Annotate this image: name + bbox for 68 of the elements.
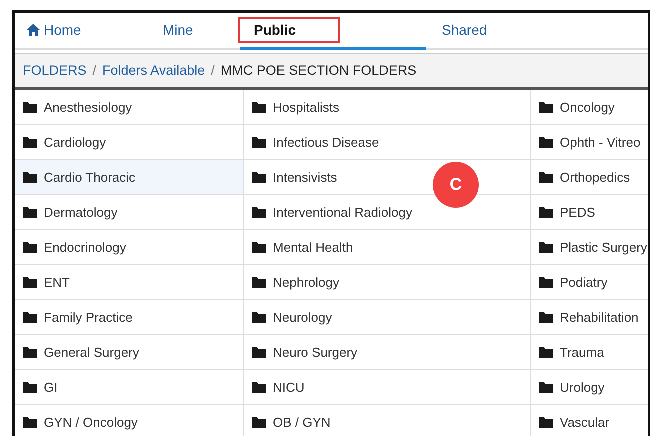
folder-item[interactable]: Mental Health — [244, 230, 530, 265]
folder-icon — [23, 346, 37, 358]
folder-icon — [539, 416, 553, 428]
folder-item[interactable]: Endocrinology — [15, 230, 243, 265]
folder-item[interactable]: Rehabilitation — [531, 300, 648, 335]
folder-icon — [23, 206, 37, 218]
folder-icon — [23, 382, 37, 392]
folder-item[interactable]: GI — [15, 370, 243, 405]
folder-icon — [252, 312, 266, 322]
folder-icon — [252, 242, 266, 252]
breadcrumb-link[interactable]: Folders Available — [102, 63, 206, 78]
home-icon — [27, 24, 40, 36]
folder-item[interactable]: Dermatology — [15, 195, 243, 230]
folder-icon — [23, 242, 37, 252]
folder-item[interactable]: Oncology — [531, 90, 648, 125]
folder-icon — [539, 136, 553, 148]
folder-item[interactable]: Vascular — [531, 405, 648, 436]
folder-item[interactable]: Plastic Surgery — [531, 230, 648, 265]
folder-icon — [252, 276, 266, 288]
folder-icon — [23, 416, 37, 428]
tab[interactable]: Shared — [426, 13, 546, 50]
breadcrumb-current: MMC POE SECTION FOLDERS — [220, 63, 417, 78]
folder-icon — [539, 312, 553, 322]
folder-icon — [539, 382, 553, 392]
folder-icon — [252, 382, 266, 392]
folder-item[interactable]: PEDS — [531, 195, 648, 230]
folder-item[interactable]: Urology — [531, 370, 648, 405]
folder-icon — [252, 346, 266, 358]
folder-icon — [252, 136, 266, 148]
folder-icon — [252, 172, 266, 182]
folder-icon — [23, 172, 37, 182]
folder-item[interactable]: Trauma — [531, 335, 648, 370]
folder-item[interactable]: Neuro Surgery — [244, 335, 530, 370]
folder-item[interactable]: Infectious Disease — [244, 125, 530, 160]
folder-icon — [539, 242, 553, 252]
folder-item[interactable]: NICU — [244, 370, 530, 405]
folder-item[interactable]: Neurology — [244, 300, 530, 335]
folder-icon — [23, 136, 37, 148]
folder-icon — [23, 102, 37, 112]
home-tab[interactable]: Home — [15, 13, 115, 50]
folder-icon — [539, 102, 553, 112]
folder-item[interactable]: Hospitalists — [244, 90, 530, 125]
breadcrumb-link[interactable]: FOLDERS — [23, 63, 87, 78]
tab[interactable]: Public — [240, 13, 426, 50]
folder-icon — [539, 346, 553, 358]
folder-item[interactable]: Podiatry — [531, 265, 648, 300]
folder-item[interactable]: OB / GYN — [244, 405, 530, 436]
breadcrumb-separator: / — [211, 63, 215, 78]
folder-icon — [539, 276, 553, 288]
folder-item[interactable]: Nephrology — [244, 265, 530, 300]
folder-item[interactable]: Family Practice — [15, 300, 243, 335]
folder-icon — [539, 206, 553, 218]
breadcrumb-separator: / — [92, 63, 97, 78]
folder-item[interactable]: Anesthesiology — [15, 90, 243, 125]
folder-item[interactable]: GYN / Oncology — [15, 405, 243, 436]
folder-item[interactable]: Orthopedics — [531, 160, 648, 195]
annotation-badge: C — [433, 162, 479, 208]
folder-icon — [252, 102, 266, 112]
folder-icon — [252, 206, 266, 218]
tab[interactable]: Mine — [115, 13, 240, 50]
folder-icon — [23, 312, 37, 322]
folder-icon — [252, 416, 266, 428]
folder-item[interactable]: General Surgery — [15, 335, 243, 370]
folder-icon — [23, 276, 37, 288]
folder-item[interactable]: Cardio Thoracic — [15, 160, 243, 195]
folder-item[interactable]: Ophth - Vitreo — [531, 125, 648, 160]
folder-item[interactable]: ENT — [15, 265, 243, 300]
folder-icon — [539, 172, 553, 182]
